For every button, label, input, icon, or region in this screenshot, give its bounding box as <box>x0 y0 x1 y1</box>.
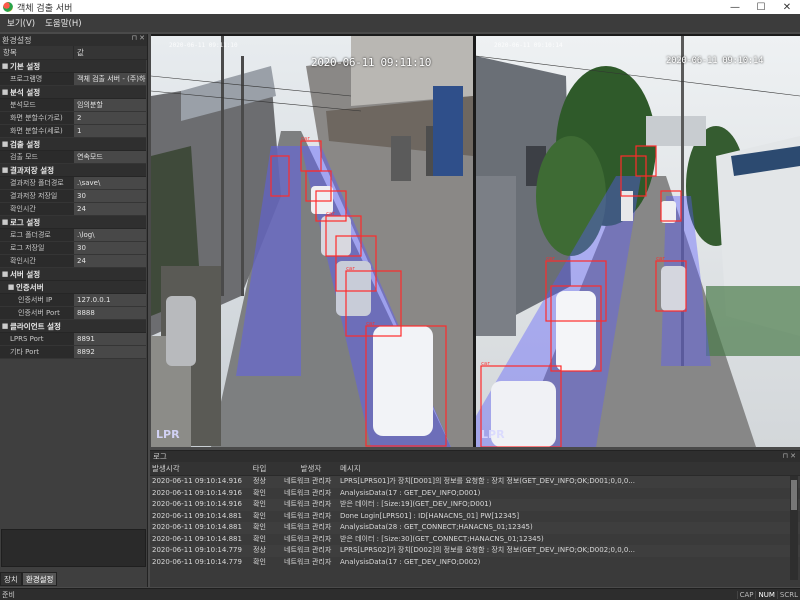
property-row[interactable]: 화면 분할수(세로) 1 <box>0 125 146 138</box>
camera-view-1[interactable]: car car car car 2020-06-11 09:11:10 2020… <box>151 36 473 447</box>
tab-devices[interactable]: 장치 <box>0 572 22 586</box>
category-detection[interactable]: ■ 검출 설정 <box>0 138 146 151</box>
property-row[interactable]: 인증서버 Port 8888 <box>0 307 146 320</box>
camera-1-small-timestamp: 2020-06-11 09:11:10 <box>169 42 238 49</box>
category-analysis[interactable]: ■ 분석 설정 <box>0 86 146 99</box>
property-row[interactable]: 검출 모드 연속모드 <box>0 151 146 164</box>
camera-2-timestamp: 2020-06-11 09:10:14 <box>666 56 764 66</box>
log-row[interactable]: 2020-06-11 09:10:14.916 확인 네트워크 관리자 Analysi… <box>150 488 800 500</box>
property-row[interactable]: 확인시간 24 <box>0 203 146 216</box>
svg-text:car: car <box>546 256 555 262</box>
title-bar: 객체 검출 서버 — ☐ ✕ <box>0 0 800 14</box>
log-panel-header: 로그 ⊓ ✕ <box>150 451 800 462</box>
status-text: 준비 <box>2 590 15 599</box>
left-panel-tabs: 장치 환경설정 <box>0 572 58 586</box>
camera-1-frame: car car car car <box>151 36 473 447</box>
property-row[interactable]: 결과저장 폴더경로 .\save\ <box>0 177 146 190</box>
log-row[interactable]: 2020-06-11 09:10:14.779 정상 네트워크 관리자 LPRS[LP… <box>150 545 800 557</box>
camera-1-lpr-badge: LPR <box>156 428 180 441</box>
settings-panel-header: 환경설정 ⊓ ✕ <box>0 34 147 46</box>
status-caps-indicator: CAP <box>736 590 756 599</box>
svg-text:car: car <box>301 136 310 142</box>
collapse-icon[interactable]: ■ <box>0 62 10 70</box>
log-row[interactable]: 2020-06-11 09:10:14.881 확인 네트워크 관리자 Analysi… <box>150 522 800 534</box>
category-basic[interactable]: ■ 기본 설정 <box>0 60 146 73</box>
window-title: 객체 검출 서버 <box>17 3 73 14</box>
menu-bar: 보기(V) 도움말(H) <box>0 14 800 32</box>
property-row[interactable]: 확인시간 24 <box>0 255 146 268</box>
property-row[interactable]: 프로그램명 객체 검출 서버 - (주)하... <box>0 73 146 86</box>
subcategory-auth-server[interactable]: ■ 인증서버 <box>0 281 146 294</box>
status-bar: 준비 CAP NUM SCRL <box>0 588 800 600</box>
tab-settings[interactable]: 환경설정 <box>21 572 58 586</box>
property-grid: ■ 기본 설정 프로그램명 객체 검출 서버 - (주)하... ■ 분석 설정 분석… <box>0 60 146 359</box>
collapse-icon[interactable]: ■ <box>0 218 10 226</box>
log-row[interactable]: 2020-06-11 09:10:14.881 확인 네트워크 관리자 Done Lo… <box>150 511 800 523</box>
status-scroll-indicator: SCRL <box>776 590 800 599</box>
property-description-box <box>1 529 146 567</box>
settings-panel: 환경설정 ⊓ ✕ 항목 값 ■ 기본 설정 프로그램명 객체 검출 서버 - (주)… <box>0 34 148 587</box>
settings-panel-title: 환경설정 <box>2 35 32 45</box>
column-name-header: 항목 <box>0 46 74 59</box>
column-type-header[interactable]: 타입 <box>235 462 282 475</box>
category-result-save[interactable]: ■ 결과저장 설정 <box>0 164 146 177</box>
menu-view[interactable]: 보기(V) <box>2 17 40 29</box>
camera-2-small-timestamp: 2020-06-11 09:10:14 <box>494 42 563 49</box>
scrollbar-thumb[interactable] <box>791 480 797 510</box>
log-panel: 로그 ⊓ ✕ 발생시각 타입 발생자 메시지 2020-06-11 09:10:… <box>150 450 800 587</box>
column-value-header: 값 <box>77 48 84 57</box>
log-row[interactable]: 2020-06-11 09:10:14.779 확인 네트워크 관리자 Analysi… <box>150 557 800 569</box>
column-time-header[interactable]: 발생시각 <box>150 462 235 475</box>
property-row[interactable]: 기타 Port 8892 <box>0 346 146 359</box>
category-log[interactable]: ■ 로그 설정 <box>0 216 146 229</box>
category-client[interactable]: ■ 클라이언트 설정 <box>0 320 146 333</box>
camera-2-frame: car car car <box>476 36 800 447</box>
video-view-area: car car car car 2020-06-11 09:11:10 2020… <box>151 34 800 447</box>
camera-1-timestamp: 2020-06-11 09:11:10 <box>311 56 432 69</box>
log-column-headers: 발생시각 타입 발생자 메시지 <box>150 462 800 476</box>
collapse-icon[interactable]: ■ <box>0 88 10 96</box>
log-list: 2020-06-11 09:10:14.916 정상 네트워크 관리자 LPRS[LP… <box>150 476 800 568</box>
collapse-icon[interactable]: ■ <box>6 283 16 291</box>
property-row[interactable]: 인증서버 IP 127.0.0.1 <box>0 294 146 307</box>
log-panel-title: 로그 <box>153 452 167 461</box>
log-row[interactable]: 2020-06-11 09:10:14.881 확인 네트워크 관리자 받은 데이터 … <box>150 534 800 546</box>
collapse-icon[interactable]: ■ <box>0 166 10 174</box>
svg-text:car: car <box>481 361 490 367</box>
status-num-indicator: NUM <box>755 590 776 599</box>
column-source-header[interactable]: 발생자 <box>282 462 338 475</box>
panel-pin-close-icon[interactable]: ⊓ ✕ <box>782 451 796 462</box>
menu-help[interactable]: 도움말(H) <box>40 17 86 29</box>
collapse-icon[interactable]: ■ <box>0 270 10 278</box>
collapse-icon[interactable]: ■ <box>0 322 10 330</box>
log-row[interactable]: 2020-06-11 09:10:14.916 확인 네트워크 관리자 받은 데이터 … <box>150 499 800 511</box>
camera-view-2[interactable]: car car car 2020-06-11 09:10:14 2020-06-… <box>476 36 800 447</box>
camera-2-lpr-badge: LPR <box>481 428 505 441</box>
window-controls: — ☐ ✕ <box>722 0 800 14</box>
log-scrollbar[interactable] <box>790 476 798 580</box>
property-row[interactable]: 화면 분할수(가로) 2 <box>0 112 146 125</box>
svg-text:car: car <box>656 256 665 262</box>
column-message-header[interactable]: 메시지 <box>338 462 800 475</box>
log-row[interactable]: 2020-06-11 09:10:14.916 정상 네트워크 관리자 LPRS[LP… <box>150 476 800 488</box>
svg-text:car: car <box>346 266 355 272</box>
maximize-button[interactable]: ☐ <box>748 0 774 14</box>
property-row[interactable]: LPRS Port 8891 <box>0 333 146 346</box>
property-row[interactable]: 로그 폴더경로 .\log\ <box>0 229 146 242</box>
minimize-button[interactable]: — <box>722 0 748 14</box>
svg-text:car: car <box>326 211 335 217</box>
svg-text:car: car <box>366 321 375 327</box>
app-logo-icon <box>3 2 13 12</box>
property-row[interactable]: 분석모드 임의분할 <box>0 99 146 112</box>
property-row[interactable]: 결과저장 저장일 30 <box>0 190 146 203</box>
close-button[interactable]: ✕ <box>774 0 800 14</box>
category-server[interactable]: ■ 서버 설정 <box>0 268 146 281</box>
collapse-icon[interactable]: ■ <box>0 140 10 148</box>
property-grid-header: 항목 값 <box>0 46 147 60</box>
panel-pin-close-icon[interactable]: ⊓ ✕ <box>131 34 145 42</box>
property-row[interactable]: 로그 저장일 30 <box>0 242 146 255</box>
